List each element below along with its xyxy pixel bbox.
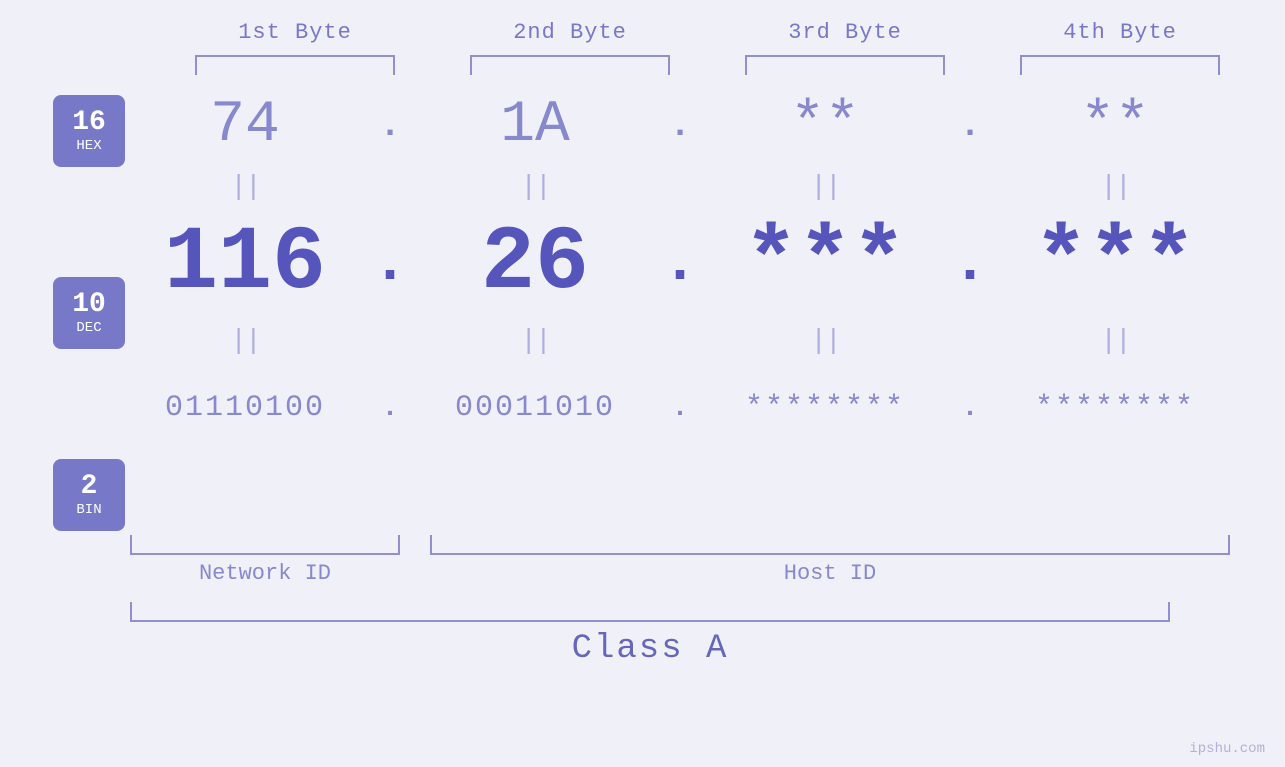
dec-col2: 26 (420, 219, 650, 309)
bin-badge: 2 BIN (53, 459, 125, 531)
bin-dot-1: . (360, 393, 420, 424)
header-row: 1st Byte 2nd Byte 3rd Byte 4th Byte (158, 20, 1258, 45)
eq1-col4: || (1000, 172, 1230, 203)
hex-col1: 74 (130, 93, 360, 158)
bracket-cell-1 (158, 55, 433, 75)
bin-row: 01110100 . 00011010 . ******** . (130, 363, 1230, 453)
main-container: 1st Byte 2nd Byte 3rd Byte 4th Byte 16 H… (0, 0, 1285, 767)
equals-row-1: || || || || (130, 165, 1230, 209)
hex-row: 74 . 1A . ** . ** (130, 85, 1230, 165)
col1-header: 1st Byte (158, 20, 433, 45)
equals-row-2: || || || || (130, 319, 1230, 363)
bracket-cell-3 (708, 55, 983, 75)
eq2-col1: || (130, 326, 360, 357)
eq1-col1: || (130, 172, 360, 203)
host-bracket (430, 535, 1230, 555)
eq2-col2: || (420, 326, 650, 357)
dec-col4: *** (1000, 219, 1230, 309)
dec-dot-1: . (360, 234, 420, 294)
hex-dot-3: . (940, 105, 1000, 146)
hex-badge: 16 HEX (53, 95, 125, 167)
bracket-cell-4 (983, 55, 1258, 75)
full-bracket (130, 602, 1170, 622)
bin-col3: ******** (710, 391, 940, 425)
dec-dot-2: . (650, 234, 710, 294)
hex-col3: ** (710, 93, 940, 158)
bracket-top-4 (1020, 55, 1220, 75)
dec-badge: 10 DEC (53, 277, 125, 349)
top-bracket-row (158, 55, 1258, 75)
dec-col3: *** (710, 219, 940, 309)
dec-col1: 116 (130, 219, 360, 309)
bin-dot-3: . (940, 393, 1000, 424)
class-a-label: Class A (130, 630, 1170, 668)
eq2-col3: || (710, 326, 940, 357)
bracket-top-2 (470, 55, 670, 75)
dec-dot-3: . (940, 234, 1000, 294)
col4-header: 4th Byte (983, 20, 1258, 45)
bin-col4: ******** (1000, 391, 1230, 425)
eq2-col4: || (1000, 326, 1230, 357)
bin-col2: 00011010 (420, 391, 650, 425)
bin-dot-2: . (650, 393, 710, 424)
hex-col4: ** (1000, 93, 1230, 158)
col2-header: 2nd Byte (433, 20, 708, 45)
network-bracket (130, 535, 400, 555)
network-id-label: Network ID (130, 561, 400, 586)
hex-col2: 1A (420, 93, 650, 158)
label-column: 16 HEX 10 DEC 2 BIN (0, 85, 130, 531)
eq1-col3: || (710, 172, 940, 203)
eq1-col2: || (420, 172, 650, 203)
bracket-top-3 (745, 55, 945, 75)
host-id-label: Host ID (430, 561, 1230, 586)
bracket-cell-2 (433, 55, 708, 75)
col3-header: 3rd Byte (708, 20, 983, 45)
bin-col1: 01110100 (130, 391, 360, 425)
watermark: ipshu.com (1189, 741, 1265, 757)
hex-dot-1: . (360, 105, 420, 146)
dec-row: 116 . 26 . *** . *** (130, 209, 1230, 319)
bracket-top-1 (195, 55, 395, 75)
hex-dot-2: . (650, 105, 710, 146)
